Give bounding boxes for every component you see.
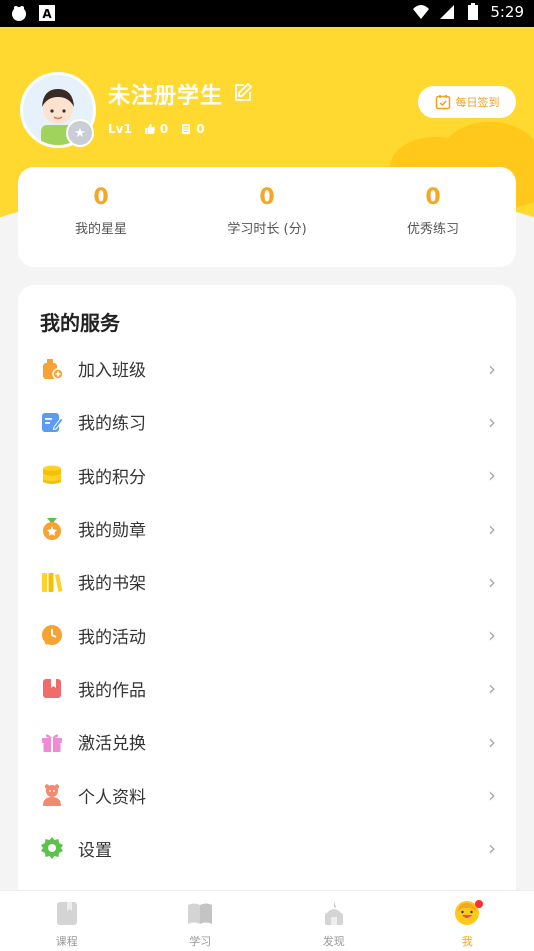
services-title: 我的服务 — [40, 307, 120, 336]
signal-icon — [438, 3, 456, 21]
service-my-works[interactable]: 我的作品 › — [18, 662, 516, 715]
service-label: 个人资料 — [78, 783, 146, 808]
book-icon — [186, 899, 214, 927]
chevron-right-icon: › — [488, 410, 496, 434]
daily-checkin-button[interactable]: 每日签到 — [418, 86, 516, 118]
tab-label: 学习 — [134, 933, 268, 949]
settings-icon — [40, 836, 64, 860]
thumbs-up-icon — [144, 123, 156, 135]
checkin-label: 每日签到 — [456, 94, 500, 110]
record-icon — [180, 123, 192, 135]
chevron-right-icon: › — [488, 517, 496, 541]
gift-icon — [40, 730, 64, 754]
bookshelf-icon — [40, 570, 64, 594]
service-my-points[interactable]: 我的积分 › — [18, 449, 516, 502]
stat-stars[interactable]: 0 我的星星 — [18, 167, 184, 267]
status-time: 5:29 — [490, 3, 524, 21]
notification-dot — [475, 900, 483, 908]
service-label: 我的活动 — [78, 623, 146, 648]
records-count: 0 — [196, 122, 204, 136]
service-my-exercise[interactable]: 我的练习 › — [18, 395, 516, 448]
battery-icon — [464, 3, 482, 21]
stat-label: 优秀练习 — [350, 218, 516, 237]
service-label: 我的积分 — [78, 463, 146, 488]
chevron-right-icon: › — [488, 783, 496, 807]
star-badge-icon: ★ — [66, 119, 94, 147]
discover-icon — [320, 899, 348, 927]
profile-meta: Lv1 0 0 — [108, 122, 205, 136]
stat-label: 学习时长 (分) — [184, 218, 350, 237]
service-label: 激活兑换 — [78, 729, 146, 754]
tab-me[interactable]: 我 — [401, 891, 534, 951]
service-personal-profile[interactable]: 个人资料 › — [18, 768, 516, 821]
service-label: 设置 — [78, 836, 112, 861]
chevron-right-icon: › — [488, 623, 496, 647]
profile-icon — [40, 783, 64, 807]
service-label: 我的书架 — [78, 569, 146, 594]
exercise-icon — [40, 410, 64, 434]
medal-icon — [40, 517, 64, 541]
chevron-right-icon: › — [488, 676, 496, 700]
course-icon — [53, 899, 81, 927]
chevron-right-icon: › — [488, 570, 496, 594]
level-label: Lv1 — [108, 122, 132, 136]
services-list: 加入班级 › 我的练习 › 我的积分 › 我的勋章 › 我的书架 › 我的活动 … — [18, 342, 516, 875]
service-label: 加入班级 — [78, 356, 146, 381]
tab-course[interactable]: 课程 — [0, 891, 134, 951]
bottom-tab-bar: 课程 学习 发现 我 — [0, 890, 534, 951]
edit-icon[interactable] — [232, 81, 254, 103]
svg-text:A: A — [42, 7, 52, 21]
chevron-right-icon: › — [488, 836, 496, 860]
service-activate-redeem[interactable]: 激活兑换 › — [18, 715, 516, 768]
chevron-right-icon: › — [488, 357, 496, 381]
service-join-class[interactable]: 加入班级 › — [18, 342, 516, 395]
likes-count: 0 — [160, 122, 168, 136]
points-icon — [40, 463, 64, 487]
activity-icon — [40, 623, 64, 647]
status-bar: A 5:29 — [0, 0, 534, 27]
service-label: 我的练习 — [78, 409, 146, 434]
app-a-icon: A — [38, 4, 56, 22]
stat-value: 0 — [350, 185, 516, 210]
calendar-check-icon — [435, 94, 451, 110]
stat-value: 0 — [18, 185, 184, 210]
service-settings[interactable]: 设置 › — [18, 822, 516, 875]
stat-value: 0 — [184, 185, 350, 210]
tab-discover[interactable]: 发现 — [267, 891, 401, 951]
wifi-icon — [412, 3, 430, 21]
stat-excellent-practice[interactable]: 0 优秀练习 — [350, 167, 516, 267]
tab-label: 我 — [401, 933, 534, 949]
stat-study-time[interactable]: 0 学习时长 (分) — [184, 167, 350, 267]
chevron-right-icon: › — [488, 730, 496, 754]
service-label: 我的作品 — [78, 676, 146, 701]
notification-icon — [10, 4, 28, 22]
join-class-icon — [40, 357, 64, 381]
tab-study[interactable]: 学习 — [134, 891, 268, 951]
stat-label: 我的星星 — [18, 218, 184, 237]
tab-label: 发现 — [267, 933, 401, 949]
service-my-activity[interactable]: 我的活动 › — [18, 608, 516, 661]
service-my-bookshelf[interactable]: 我的书架 › — [18, 555, 516, 608]
chevron-right-icon: › — [488, 463, 496, 487]
services-card: 我的服务 加入班级 › 我的练习 › 我的积分 › 我的勋章 › 我的书架 › — [18, 285, 516, 925]
stats-card: 0 我的星星 0 学习时长 (分) 0 优秀练习 — [18, 167, 516, 267]
username[interactable]: 未注册学生 — [108, 78, 223, 110]
works-icon — [40, 676, 64, 700]
service-label: 我的勋章 — [78, 516, 146, 541]
tab-label: 课程 — [0, 933, 134, 949]
service-my-medal[interactable]: 我的勋章 › — [18, 502, 516, 555]
